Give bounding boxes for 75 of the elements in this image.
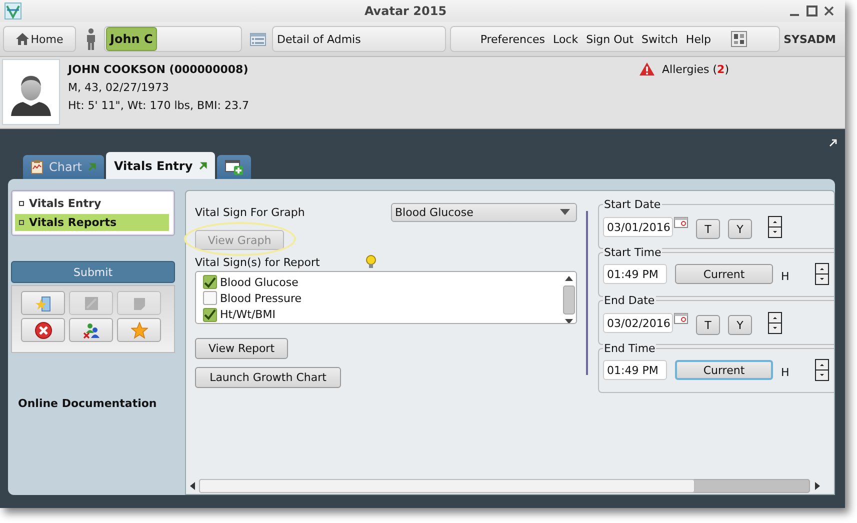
nav-item[interactable]: Vitals Reports: [15, 214, 169, 231]
date-shortcut-button[interactable]: T: [696, 315, 720, 335]
submit-button[interactable]: Submit: [11, 261, 175, 283]
clipboard-icon: [31, 160, 43, 174]
checkmark-icon: [204, 309, 216, 320]
client-name[interactable]: John C: [106, 27, 157, 51]
field-label: Vital Sign For Graph: [195, 206, 305, 218]
date-shortcut-button[interactable]: Y: [728, 315, 752, 335]
menu-link[interactable]: Preferences: [480, 32, 546, 46]
nav-item[interactable]: Vitals Entry: [15, 195, 169, 212]
warning-icon[interactable]: [638, 62, 655, 76]
spinner-icon[interactable]: [768, 216, 782, 238]
current-time-button[interactable]: Current: [675, 264, 773, 284]
spinner-icon[interactable]: [815, 359, 830, 381]
list-icon: [250, 32, 266, 46]
lightbulb-icon: [366, 255, 376, 269]
edit-icon: [82, 294, 100, 312]
vital-sign-dropdown[interactable]: Blood Glucose: [391, 202, 577, 222]
delete-icon: [34, 322, 52, 338]
person-silhouette-icon: [11, 74, 51, 116]
tool-button[interactable]: [69, 318, 113, 342]
menu-link[interactable]: Lock: [553, 32, 578, 46]
layout-icon[interactable]: [731, 31, 747, 47]
checkbox-label[interactable]: Blood Pressure: [220, 292, 302, 305]
app-logo-icon: [4, 2, 22, 20]
patient-details: M, 43, 02/27/1973: [68, 80, 170, 96]
view-report-button[interactable]: View Report: [195, 338, 288, 359]
star-icon: [130, 322, 148, 338]
menu-link[interactable]: Help: [686, 32, 711, 46]
spinner-icon[interactable]: [768, 312, 782, 334]
maximize-icon[interactable]: [806, 5, 818, 17]
unit-label: H: [781, 270, 790, 282]
calendar-icon[interactable]: [674, 313, 688, 324]
checkbox-label[interactable]: Ht/Wt/BMI: [220, 308, 276, 322]
home-icon: [16, 33, 29, 45]
patient-measurements: Ht: 5' 11", Wt: 170 lbs, BMI: 23.7: [68, 98, 249, 114]
menu-link[interactable]: Switch: [642, 32, 678, 46]
close-icon[interactable]: [823, 5, 835, 17]
tab[interactable]: Vitals Entry: [106, 152, 215, 179]
tool-button[interactable]: [21, 318, 65, 342]
folder-star-icon: [34, 294, 52, 312]
form-field[interactable]: Detail of Admis: [272, 26, 446, 52]
calendar-icon[interactable]: [674, 217, 688, 228]
documentation-link[interactable]: Online Documentation: [11, 397, 175, 410]
checkmark-icon: [204, 276, 216, 288]
checkbox-label[interactable]: Blood Glucose: [220, 276, 298, 289]
growth-chart-button[interactable]: Launch Growth Chart: [195, 367, 341, 388]
client-field[interactable]: John C: [104, 26, 242, 52]
date-shortcut-button[interactable]: T: [696, 219, 720, 239]
home-button[interactable]: Home: [3, 26, 76, 52]
unit-label: H: [781, 366, 790, 378]
checkbox[interactable]: [203, 275, 217, 290]
new-tab-button[interactable]: [216, 155, 251, 179]
checkbox[interactable]: [203, 291, 217, 306]
date-shortcut-button[interactable]: Y: [728, 219, 752, 239]
people-remove-icon: [82, 322, 100, 338]
checkbox[interactable]: [203, 308, 217, 322]
field-label: Vital Sign(s) for Report: [195, 256, 320, 268]
date-field[interactable]: 03/02/2016: [603, 313, 673, 333]
allergies-link[interactable]: Allergies (2): [662, 62, 729, 76]
dropdown-arrow-icon: [560, 209, 570, 215]
spinner-icon[interactable]: [815, 263, 830, 285]
vertical-scrollbar[interactable]: [563, 274, 575, 323]
user-name: SYSADM: [782, 32, 837, 46]
time-field[interactable]: 01:49 PM: [603, 360, 667, 380]
window-title: Avatar 2015: [363, 4, 448, 18]
time-field[interactable]: 01:49 PM: [603, 264, 667, 284]
menu-link[interactable]: Sign Out: [586, 32, 634, 46]
tool-button[interactable]: [21, 291, 65, 315]
person-icon: [86, 28, 96, 50]
new-window-icon: [224, 159, 243, 175]
current-time-button[interactable]: Current: [675, 360, 773, 380]
expand-icon[interactable]: [829, 139, 837, 147]
patient-name: JOHN COOKSON (000000008): [68, 62, 249, 78]
date-field[interactable]: 03/01/2016: [603, 217, 673, 237]
